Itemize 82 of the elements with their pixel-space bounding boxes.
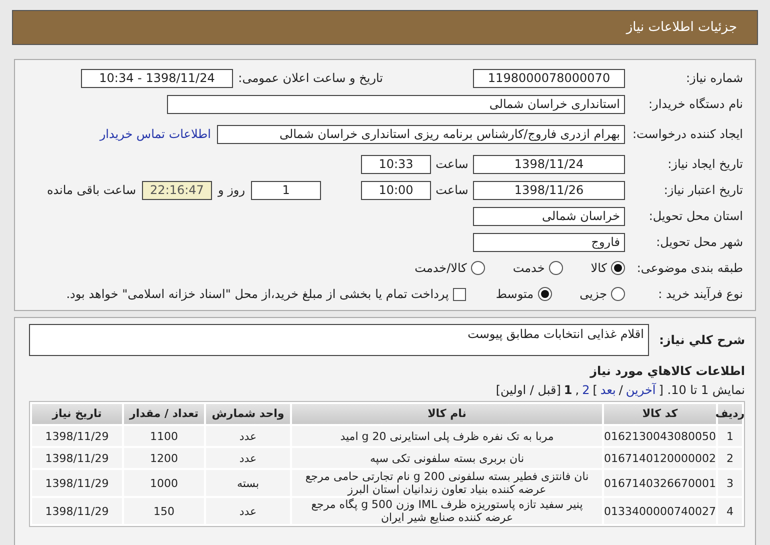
description-field: اقلام غذایی انتخابات مطابق پیوست [29,324,649,356]
radio-option[interactable]: کالا [590,259,625,277]
column-header: تاریخ نیاز [32,404,122,424]
field-label: تاریخ و ساعت اعلان عمومی: [237,70,383,87]
column-header: ردیف [718,404,742,424]
radio-option[interactable]: متوسط [496,285,552,303]
table-cell: 1398/11/29 [32,470,122,496]
field-label: نام دستگاه خریدار: [648,96,743,113]
field-label: ساعت [434,182,470,199]
radio-button[interactable] [611,261,625,275]
field-label: شماره نیاز: [685,70,743,87]
requester-field: بهرام ازدری فاروج/کارشناس برنامه ریزی استانداری خراسان شمالی [217,124,625,144]
pagination-link[interactable]: بعد [600,381,616,399]
table-cell: 1 [718,426,742,446]
table-cell: 1100 [124,426,204,446]
announce-date-field: 1398/11/24 - 10:34 [81,68,233,88]
province-field: خراسان شمالی [473,206,625,226]
table-cell: 1398/11/29 [32,498,122,524]
table-cell: 4 [718,498,742,524]
need-number-field: 1198000078000070 [473,68,625,88]
table-cell: 0167140120000002 [604,448,716,468]
column-header: نام کالا [292,404,602,424]
field-label: ایجاد کننده درخواست: [631,128,743,140]
validity-date-field: 1398/11/26 [473,180,625,200]
table-cell: مربا به تک نفره ظرف پلی استایرنی 20 g امید [292,426,602,446]
table-cell: عدد [206,426,290,446]
pagination-text: / [618,382,623,399]
table-cell: 1398/11/29 [32,426,122,446]
radio-option[interactable]: کالا/خدمت [414,259,485,277]
table-cell: بسته [206,470,290,496]
table-cell: عدد [206,448,290,468]
pagination-text: [قبل / اولین] [496,382,561,399]
table-cell: 2 [718,448,742,468]
table-cell: 3 [718,470,742,496]
checkbox[interactable] [452,288,466,300]
pagination-text: نمایش 1 تا 10. [ [658,382,745,399]
radio-button[interactable] [548,261,563,275]
table-cell: 1200 [124,448,204,468]
field-label: نوع فرآیند خرید : [657,286,743,303]
buyer-field: استانداری خراسان شمالی [167,94,625,114]
radio-option[interactable]: خدمت [512,259,563,277]
table-cell: عدد [206,498,290,524]
contact-link[interactable]: اطلاعات تماس خریدار [100,125,211,143]
table-cell: نان بربری بسته سلفونی تکی سپه [292,448,602,468]
field-label: استان محل تحویل: [648,208,743,225]
field-label: طبقه بندی موضوعی: [636,260,743,277]
description-label: شرح کلي نياز: [658,332,745,349]
created-date-field: 1398/11/24 [473,154,625,174]
field-label: ساعت [434,156,470,173]
pagination-link[interactable]: 2 [582,381,590,399]
table-cell: 0167140326670001 [604,470,716,496]
radio-option[interactable]: جزیی [580,285,625,303]
pagination-text: ] [592,382,598,399]
column-header: واحد شمارش [206,404,290,424]
page-title: جزئیات اطلاعات نیاز [626,18,737,37]
column-header: کد کالا [604,404,716,424]
radio-button[interactable] [470,261,485,275]
payment-text: پرداخت تمام یا بخشی از مبلغ خرید،از محل "اسناد خزانه اسلامی" خواهد بود. [66,286,449,303]
table-cell: نان فانتزی فطیر بسته سلفونی 200 g نام تجارتی حامی مرجع عرضه کننده بنیاد تعاون زندانیان استان البرز [292,470,602,496]
table-cell: 1000 [124,470,204,496]
table-cell: 0162130043080050 [604,426,716,446]
radio-button[interactable] [611,287,625,301]
field-label: شهر محل تحویل: [655,234,743,251]
days-field: 1 [251,180,321,200]
current-page: 1 [564,382,572,399]
created-time-field: 10:33 [361,154,431,174]
field-label: روز و [216,182,246,199]
pagination-text: , [575,382,580,399]
radio-button[interactable] [538,287,552,301]
table-cell: 0133400000740027 [604,498,716,524]
section-title: اطلاعات کالاهاي مورد نياز [588,363,745,380]
column-header: تعداد / مقدار [124,404,204,424]
table-cell: 150 [124,498,204,524]
field-label: تاریخ اعتبار نیاز: [662,182,743,199]
field-label: تاریخ ایجاد نیاز: [666,156,743,173]
field-label: ساعت باقی مانده [46,182,137,199]
table-cell: 1398/11/29 [32,448,122,468]
table-cell: پنیر سفید تازه پاستوریزه ظرف IML وزن 500 g پگاه مرجع عرضه کننده صنایع شیر ایران [292,498,602,524]
city-field: فاروج [473,232,625,252]
remaining-time-field: 22:16:47 [142,180,212,200]
validity-time-field: 10:00 [361,180,431,200]
pagination-link[interactable]: آخرین [626,381,656,399]
